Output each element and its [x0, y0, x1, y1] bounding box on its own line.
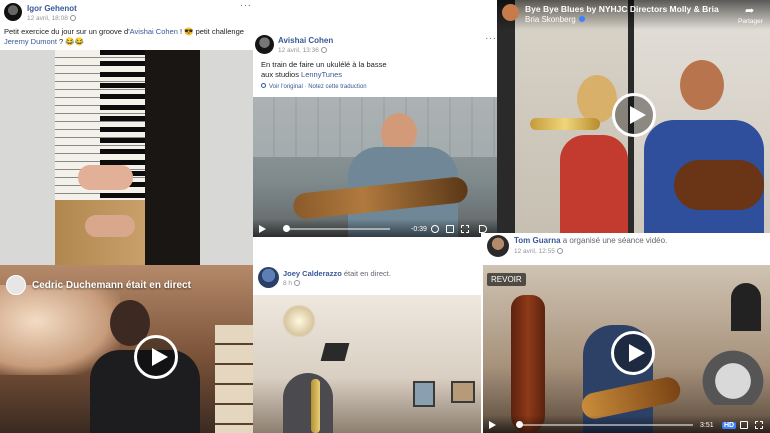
post-time[interactable]: 12 avril, 12:55: [514, 248, 563, 255]
text-prefix: Petit exercice du jour sur un groove d': [4, 27, 130, 36]
post-time-text: 12 avril, 13:36: [278, 47, 319, 54]
play-icon[interactable]: [489, 421, 496, 429]
chandelier-icon: [281, 305, 317, 337]
video-title[interactable]: Bye Bye Blues by NYHJC Directors Molly &…: [525, 4, 719, 14]
author-name[interactable]: Igor Gehenot: [27, 4, 77, 13]
share-label[interactable]: Partager: [738, 18, 763, 25]
avatar[interactable]: [6, 275, 26, 295]
lamp: [320, 343, 350, 361]
live-status: Joey Calderazzo était en direct.: [283, 269, 391, 278]
drummer: [731, 283, 761, 331]
text-suffix: ? 😂😂: [56, 37, 84, 46]
text-line-1: En train de faire un ukulélé à la basse: [261, 60, 387, 69]
video-controls: -0:39: [253, 219, 497, 237]
play-button-icon[interactable]: [611, 331, 655, 375]
frame: [413, 381, 435, 407]
avatar[interactable]: [255, 35, 274, 54]
post-cedric-duchemann[interactable]: Cedric Duchemann était en direct: [0, 265, 253, 433]
mention-avishai[interactable]: Avishai Cohen: [130, 27, 178, 36]
mention-lennytunes[interactable]: LennyTunes: [301, 70, 342, 79]
post-tom-guarna: Tom Guarna a organisé une séance vidéo. …: [481, 233, 770, 433]
frame: [451, 381, 475, 403]
play-button-icon[interactable]: [134, 335, 178, 379]
time-remaining: -0:39: [411, 226, 427, 233]
play-icon[interactable]: [259, 225, 266, 233]
globe-icon: [320, 47, 327, 54]
pip-icon[interactable]: [740, 421, 748, 429]
post-time[interactable]: 12 avril, 18:08: [27, 15, 76, 22]
person-hair: [577, 75, 617, 123]
guitar: [674, 160, 764, 210]
play-button-icon[interactable]: [612, 93, 656, 137]
translation-row: Voir l'original · Notez cette traduction: [261, 83, 367, 90]
channel-name-text: Bria Skonberg: [525, 15, 576, 24]
activity-text: Tom Guarna a organisé une séance vidéo.: [514, 236, 667, 245]
post-time-text: 12 avril, 18:08: [27, 15, 68, 22]
drum-kit: [698, 345, 768, 405]
post-bye-bye-blues[interactable]: Bye Bye Blues by NYHJC Directors Molly &…: [497, 0, 770, 233]
verified-icon: [578, 16, 585, 22]
video-ukulele[interactable]: -0:39: [253, 97, 497, 237]
rate-translation-link[interactable]: Notez cette traduction: [308, 84, 366, 90]
hand: [78, 165, 133, 190]
more-options-icon[interactable]: ···: [240, 0, 252, 11]
hd-badge[interactable]: HD: [722, 422, 737, 429]
globe-icon: [69, 15, 76, 22]
avatar[interactable]: [258, 267, 279, 288]
avatar[interactable]: [4, 3, 22, 21]
author-name[interactable]: Avishai Cohen: [278, 36, 333, 45]
live-title[interactable]: Cedric Duchemann était en direct: [32, 280, 191, 291]
author-name[interactable]: Joey Calderazzo: [283, 269, 342, 278]
fullscreen-icon[interactable]: [461, 225, 469, 233]
video-jazz-session[interactable]: REVOIR 3:51 HD: [483, 265, 770, 433]
globe-icon: [294, 280, 301, 287]
video-piano[interactable]: [0, 50, 253, 265]
mention-jeremy[interactable]: Jeremy Dumont: [4, 37, 57, 46]
see-original-link[interactable]: Voir l'original: [269, 84, 303, 90]
more-options-icon[interactable]: ···: [485, 33, 497, 44]
progress-knob[interactable]: [283, 225, 290, 232]
progress-bar[interactable]: [518, 424, 693, 426]
person-shirt: [560, 135, 628, 233]
person: [283, 373, 333, 433]
post-text: En train de faire un ukulélé à la basse …: [261, 60, 491, 80]
avatar[interactable]: [487, 235, 509, 257]
progress-knob[interactable]: [516, 421, 523, 428]
hand: [85, 215, 135, 237]
globe-icon: [556, 248, 563, 255]
person-head: [680, 60, 724, 110]
post-time-text: 8 h: [283, 280, 293, 287]
share-icon[interactable]: ➦: [745, 4, 754, 17]
post-time[interactable]: 8 h: [283, 280, 301, 287]
trumpet: [530, 118, 600, 130]
settings-icon[interactable]: [431, 225, 439, 233]
post-igor-gehenot: Igor Gehenot 12 avril, 18:08 ··· Petit e…: [0, 0, 253, 265]
bookshelf: [215, 325, 253, 433]
progress-bar[interactable]: [285, 228, 390, 230]
pip-icon[interactable]: [446, 225, 454, 233]
saxophone: [311, 379, 320, 433]
post-time-text: 12 avril, 12:55: [514, 248, 555, 255]
author-name[interactable]: Tom Guarna: [514, 236, 561, 245]
video-duration: 3:51: [700, 422, 714, 429]
video-left-trumpet: [515, 0, 628, 233]
channel-name[interactable]: Bria Skonberg: [525, 15, 585, 24]
post-joey-calderazzo: Joey Calderazzo était en direct. 8 h: [253, 265, 481, 433]
translate-icon: [261, 83, 266, 88]
text-middle: ! 😎 petit challenge: [177, 27, 244, 36]
live-action: était en direct.: [341, 269, 391, 278]
post-avishai-cohen: Avishai Cohen 12 avril, 13:36 ··· En tra…: [253, 30, 497, 237]
text-line-2: aux studios: [261, 70, 302, 79]
replay-badge: REVOIR: [487, 273, 526, 286]
double-bass: [511, 295, 545, 433]
post-time[interactable]: 12 avril, 13:36: [278, 47, 327, 54]
volume-icon[interactable]: [479, 225, 487, 233]
fullscreen-icon[interactable]: [755, 421, 763, 429]
post-text: Petit exercice du jour sur un groove d'A…: [4, 27, 249, 47]
video-controls: 3:51 HD: [483, 415, 770, 433]
activity-action: a organisé une séance vidéo.: [560, 236, 668, 245]
video-live-sax[interactable]: [253, 295, 481, 433]
avatar[interactable]: [502, 4, 519, 21]
